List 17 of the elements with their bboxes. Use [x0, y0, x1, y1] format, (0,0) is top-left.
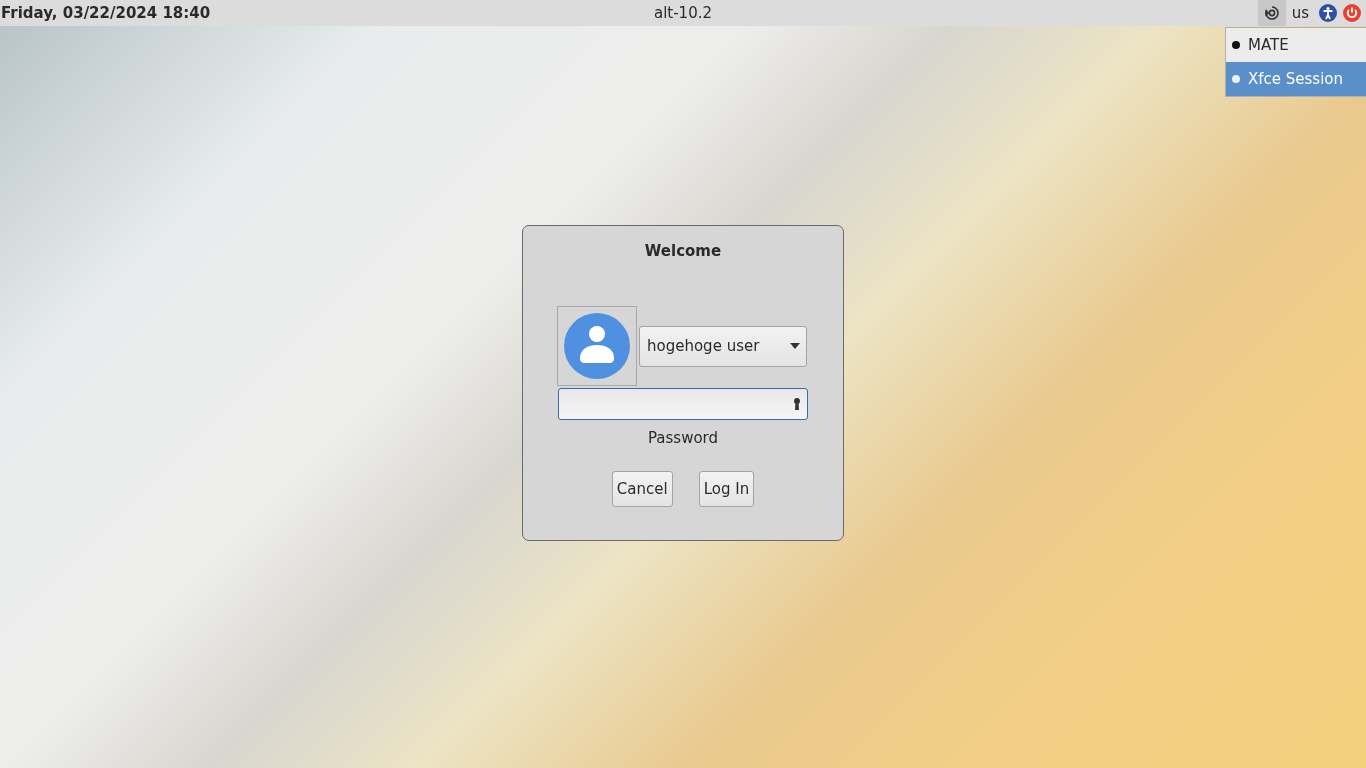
login-button[interactable]: Log In: [698, 471, 755, 507]
cancel-button[interactable]: Cancel: [611, 471, 673, 507]
keyboard-layout[interactable]: us: [1291, 4, 1309, 22]
session-icon: [1263, 5, 1280, 21]
hostname: alt-10.2: [653, 4, 713, 22]
dialog-title: Welcome: [644, 242, 722, 260]
password-field[interactable]: [558, 388, 808, 420]
avatar-icon: [563, 312, 631, 380]
clock: Friday, 03/22/2024 18:40: [0, 4, 211, 22]
keyhole-icon: [794, 398, 800, 410]
session-option[interactable]: MATE: [1226, 28, 1366, 62]
session-button[interactable]: [1257, 0, 1286, 26]
password-label: Password: [647, 429, 719, 447]
user-dropdown[interactable]: hogehoge user: [639, 325, 807, 367]
caret-icon: [790, 343, 800, 349]
accessibility-icon[interactable]: [1319, 4, 1337, 22]
power-icon[interactable]: [1343, 4, 1361, 22]
